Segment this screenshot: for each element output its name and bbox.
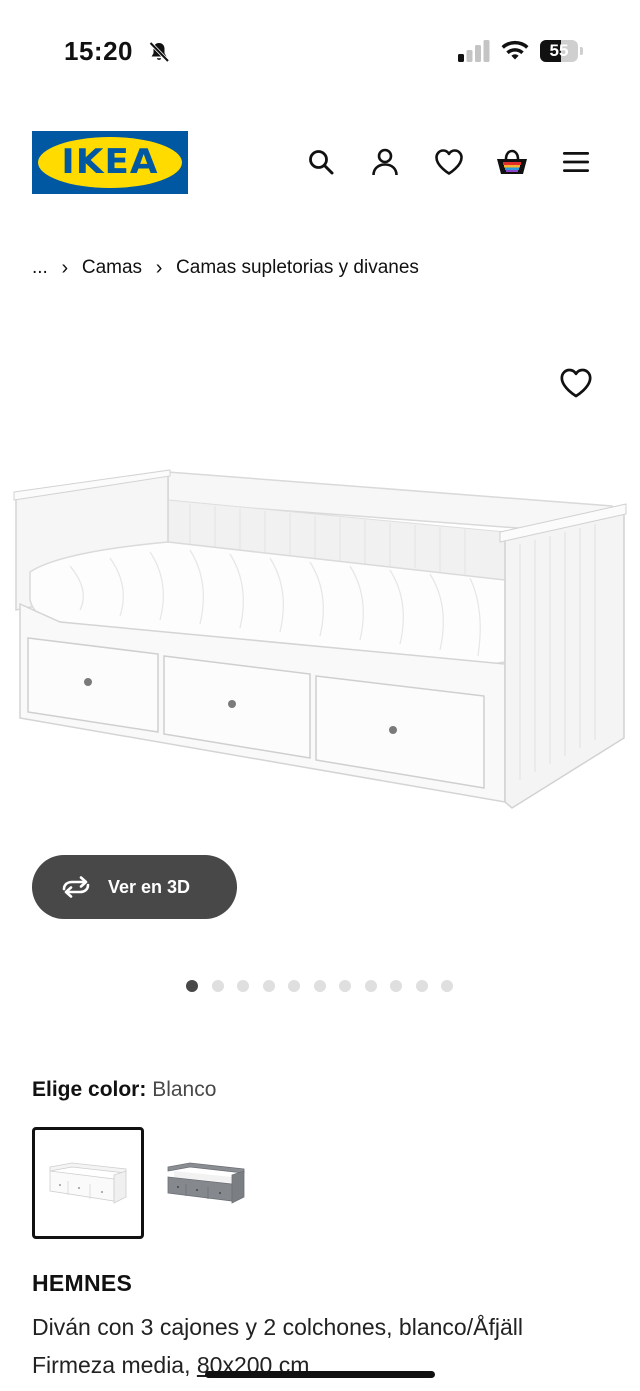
profile-button[interactable] (368, 145, 402, 179)
heart-icon (435, 149, 463, 175)
breadcrumb-item-camas[interactable]: Camas (82, 257, 142, 279)
status-time: 15:20 (64, 36, 133, 66)
chevron-right-icon: › (61, 256, 69, 279)
view-3d-label: Ver en 3D (108, 876, 191, 897)
pagination-dot[interactable] (441, 980, 453, 992)
product-image[interactable] (0, 440, 640, 840)
color-swatch-grey[interactable] (150, 1127, 262, 1239)
pagination-dot[interactable] (364, 980, 377, 992)
signal-icon (458, 40, 490, 62)
rotate-3d-icon (62, 876, 90, 898)
pagination-dot[interactable] (237, 980, 249, 992)
heart-icon (560, 368, 592, 398)
logo-text: IKEA (61, 142, 159, 182)
ikea-logo[interactable]: IKEA (32, 131, 188, 194)
color-label: Elige color: (32, 1078, 147, 1101)
battery-icon: 55 (540, 40, 584, 62)
pagination-dot[interactable] (288, 980, 300, 992)
chevron-right-icon: › (155, 256, 163, 279)
pagination-dot[interactable] (313, 980, 326, 992)
battery-level: 55 (549, 41, 569, 60)
color-swatch-white[interactable] (32, 1127, 144, 1239)
add-to-favourites-button[interactable] (559, 367, 593, 401)
breadcrumb: ... › Camas › Camas supletorias y divane… (32, 256, 419, 280)
product-firmness-line: Firmeza media, 80x200 cm (32, 1346, 632, 1384)
pagination-dot[interactable] (262, 980, 275, 992)
pagination-dot[interactable] (415, 980, 428, 992)
menu-button[interactable] (559, 145, 593, 179)
search-button[interactable] (304, 145, 338, 179)
image-pagination[interactable] (186, 979, 467, 993)
cart-icon (497, 149, 527, 174)
view-3d-button[interactable]: Ver en 3D (32, 855, 237, 919)
breadcrumb-item-camas-supletorias[interactable]: Camas supletorias y divanes (176, 257, 419, 279)
status-bar: 15:20 55 (0, 0, 640, 100)
grey-daybed-thumbnail (167, 1162, 245, 1204)
favourites-button[interactable] (432, 145, 466, 179)
user-icon (372, 148, 398, 176)
product-name: HEMNES (32, 1270, 133, 1296)
color-selector-heading: Elige color: Blanco (32, 1078, 216, 1102)
home-indicator[interactable] (205, 1371, 435, 1378)
pagination-dot[interactable] (339, 980, 351, 992)
bell-slash-icon (149, 41, 170, 63)
white-daybed-thumbnail (49, 1162, 127, 1204)
pagination-dot[interactable] (211, 980, 224, 992)
product-firmness: Firmeza media, (32, 1352, 191, 1378)
cart-button[interactable] (495, 145, 529, 179)
pagination-dot[interactable] (186, 980, 198, 992)
wifi-icon (501, 40, 529, 60)
pagination-dot[interactable] (390, 980, 402, 992)
search-icon (309, 150, 334, 175)
menu-icon (563, 152, 589, 172)
product-description-text: Diván con 3 cajones y 2 colchones, blanc… (32, 1314, 523, 1340)
breadcrumb-ellipsis[interactable]: ... (32, 257, 48, 279)
color-value: Blanco (152, 1078, 217, 1101)
